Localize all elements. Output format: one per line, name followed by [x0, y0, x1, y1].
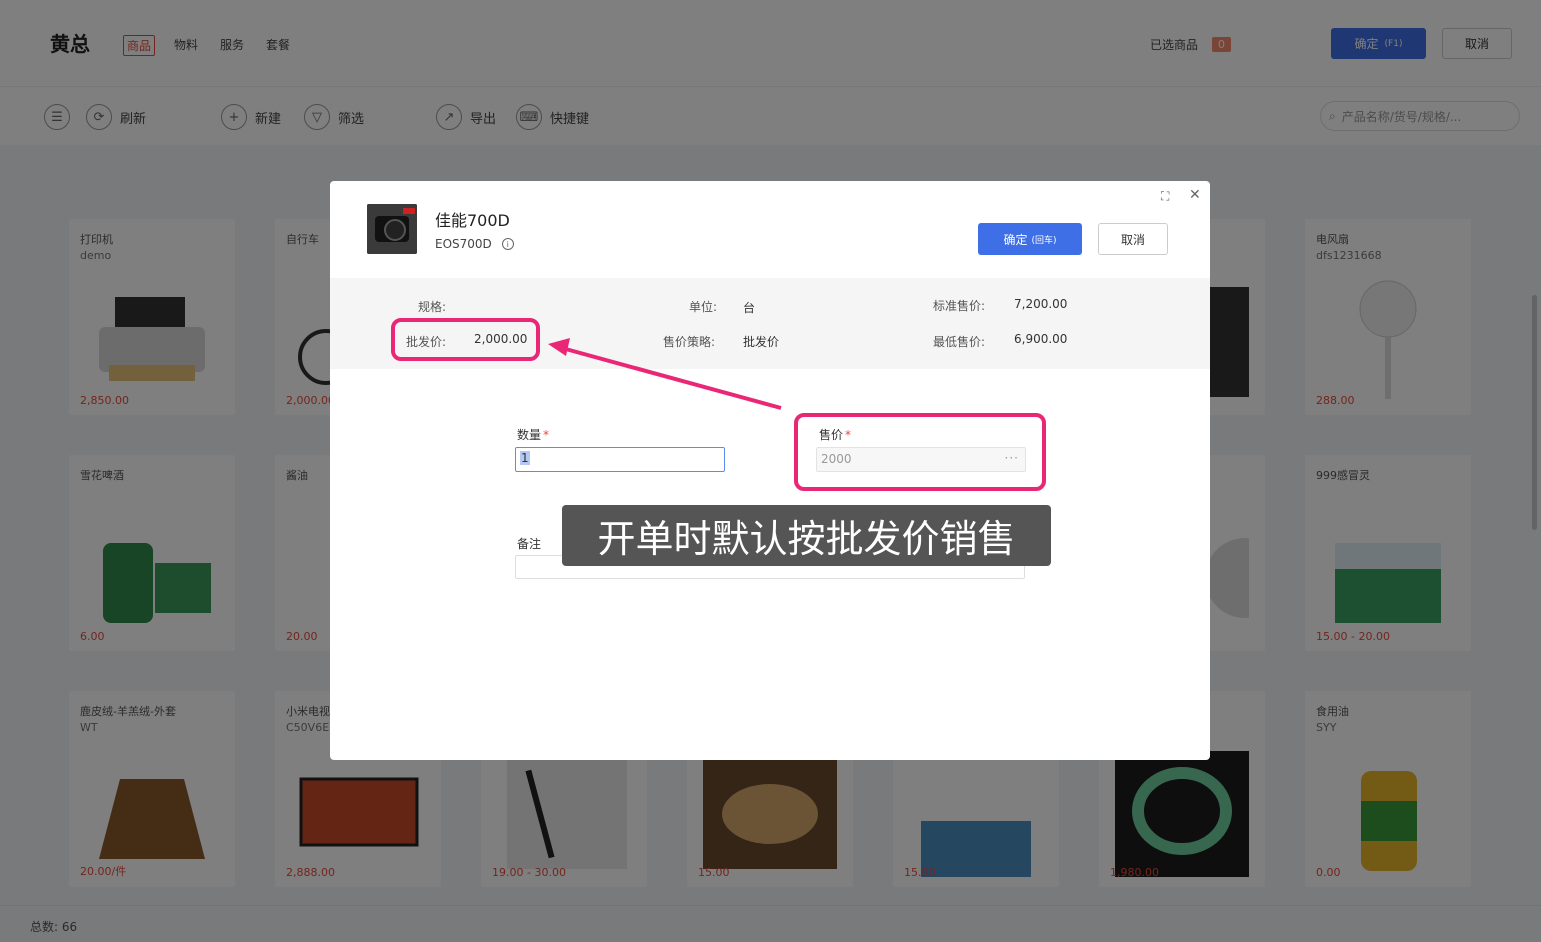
annotation-caption: 开单时默认按批发价销售 [562, 505, 1051, 566]
annotation-arrow [548, 338, 782, 410]
